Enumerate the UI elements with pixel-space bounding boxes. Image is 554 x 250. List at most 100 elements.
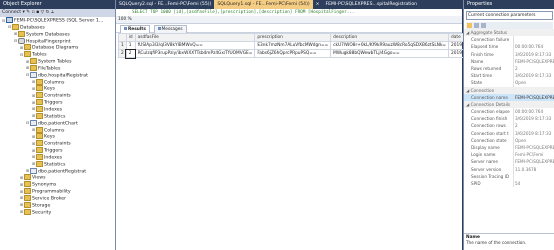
tree-node[interactable]: ⊞ Database Diagrams — [0, 44, 115, 51]
property-row[interactable]: Rows returned 2 — [464, 64, 554, 73]
property-value: 00:00:00.764 — [513, 108, 554, 116]
tree-node[interactable]: ⊞ Columns — [0, 126, 115, 134]
property-name: Connection start t — [471, 130, 509, 136]
property-row[interactable]: Connection state Open — [464, 136, 554, 144]
tree-node[interactable]: ⊞ Columns — [0, 78, 115, 86]
tree-node[interactable]: ⊞ Storage — [0, 201, 115, 209]
property-row[interactable]: Elapsed time 00:00:00.764 — [464, 43, 554, 51]
property-row[interactable]: Connection failure — [464, 36, 554, 44]
tree-node[interactable]: ⊞ dbo.patientRegistrat — [0, 167, 115, 175]
tree-node[interactable]: ⊞ Keys — [0, 133, 115, 140]
message-icon — [157, 27, 161, 30]
property-name: Connection name — [471, 94, 508, 100]
table-cell[interactable]: MWugk88bQWewbTLj/4Ggo== — [330, 49, 450, 58]
property-category-label: Aggregate Status — [470, 30, 508, 35]
object-explorer-tree[interactable]: ⊟ FEMI-PC\SQLEXPRESS (SQL Server 1... ⊟ Dat… — [0, 17, 115, 250]
property-grid[interactable]: ◢ Aggregate Status Connection failure Elap… — [464, 29, 554, 188]
table-row[interactable]: 1 1 fUSIAp3l3/qI3V8kYlBMWvQ== E3nk7mzNm7ALu… — [118, 41, 467, 50]
property-row[interactable]: Display name FEMI-PC\SQLEXPRES — [464, 144, 554, 152]
property-row[interactable]: Connection elapse 00:00:00.764 — [464, 108, 554, 116]
column-header[interactable]: id — [125, 33, 136, 42]
tree-node[interactable]: ⊟ Databases — [0, 23, 115, 31]
query-code-line[interactable]: SELECT TOP 1000 [id],[asdfasFile],[presc… — [116, 9, 462, 16]
property-row[interactable]: Name FEMI-PC\SQLEXPRES — [464, 57, 554, 65]
table-cell[interactable]: fUSIAp3l3/qI3V8kYlBMWvQ== — [134, 41, 256, 50]
property-pages-icon[interactable] — [481, 23, 486, 28]
table-cell[interactable]: 1 — [125, 41, 136, 50]
tree-node[interactable]: ⊟ dbo.hospitalRegistrat — [0, 71, 115, 79]
table-cell[interactable]: ckU7lWO8r+0kL/Kf9kR9auzW8cRo5qSDXB6ztSLN… — [330, 41, 450, 50]
tree-node-label: Statistics — [44, 114, 66, 120]
property-row[interactable]: State Open — [464, 79, 554, 87]
tree-node[interactable]: ⊞ Indexes — [0, 105, 115, 113]
tree-node[interactable]: ⊞ Views — [0, 174, 115, 181]
object-explorer-toolbar[interactable]: Connect ▾ ✎ ▫ ▪ ▽ ↻ ⟂ — [0, 9, 115, 17]
tree-node[interactable]: ⊞ Triggers — [0, 147, 115, 154]
property-value: 11.0.3678 — [513, 165, 554, 173]
tree-node[interactable]: ⊟ dbo.patientChart — [0, 119, 115, 127]
column-header[interactable] — [118, 33, 127, 42]
results-tab[interactable]: Results — [120, 25, 150, 33]
row-number[interactable]: 2 — [118, 49, 127, 58]
document-tab[interactable]: SQLQuery1.sql - FE...Femi-PC\Femi (54)) — [214, 0, 313, 9]
property-category[interactable]: ◢ Connection — [464, 86, 554, 94]
property-row[interactable]: Connection finish 3/6/2019 8:17:33 — [464, 115, 554, 123]
property-row[interactable]: Connection name FEMI-PC\SQLEXPRES — [464, 93, 554, 101]
tree-node[interactable]: ⊞ Statistics — [0, 160, 115, 168]
tree-node-label: dbo.hospitalRegistrat — [38, 73, 88, 79]
property-row[interactable]: Connection rows 2 — [464, 122, 554, 130]
table-cell[interactable]: Fabs6jZ6hQprcPRpuPSQ== — [254, 49, 332, 58]
document-tab[interactable]: SQLQuery2.sql - FE...Femi-PC\Femi (55)) — [116, 0, 214, 9]
property-row[interactable]: Session Tracing ID — [464, 172, 554, 180]
property-row[interactable]: Connection start t 3/6/2019 8:17:33 — [464, 129, 554, 137]
tree-node[interactable]: ⊟ FEMI-PC\SQLEXPRESS (SQL Server 1... — [0, 17, 115, 24]
property-row[interactable]: Finish time 3/6/2019 8:17:33 — [464, 50, 554, 58]
tree-node[interactable]: ⊞ Service Broker — [0, 194, 115, 202]
tree-node[interactable]: ⊞ Triggers — [0, 99, 115, 106]
categorized-icon[interactable] — [467, 23, 472, 28]
column-header[interactable]: asdfasFile — [134, 33, 256, 42]
property-category[interactable]: ◢ Connection Details — [464, 100, 554, 109]
tree-node-label: dbo.patientChart — [38, 121, 78, 127]
properties-object-dropdown[interactable]: Current connection parameters — [466, 11, 553, 20]
property-row[interactable]: SPID 54 — [464, 179, 554, 188]
table-cell[interactable]: E3nk7mzNm7ALuVfbcMWdgn== — [254, 41, 332, 50]
property-category[interactable]: ◢ Aggregate Status — [464, 29, 554, 37]
tree-node[interactable]: ⊞ Indexes — [0, 153, 115, 161]
alphabetical-icon[interactable] — [474, 23, 479, 28]
property-row[interactable]: Start time 3/6/2019 8:17:33 — [464, 72, 554, 80]
tree-node[interactable]: ⊟ HospitalFingerprint — [0, 37, 115, 45]
folder-icon — [24, 181, 31, 188]
tree-node[interactable]: ⊞ FileTables — [0, 64, 115, 72]
folder-icon — [24, 201, 31, 208]
messages-tab[interactable]: Messages — [153, 25, 187, 33]
table-row[interactable]: 2 2 RCulzqfiP3rupPziy/ibxWXXTTsb4mPz4Gx/Tf… — [118, 48, 467, 59]
column-header[interactable]: prescription — [254, 33, 332, 42]
table-cell[interactable]: RCulzqfiP3rupPziy/ibxWXXTTsb4mPz4Gx/TfUO… — [134, 49, 256, 58]
tree-node[interactable]: ⊞ System Databases — [0, 30, 115, 38]
column-header[interactable]: description — [330, 33, 450, 42]
tree-node[interactable]: ⊞ Synonyms — [0, 181, 115, 188]
grid-icon — [124, 27, 127, 30]
document-tab[interactable]: FEMI-PC\SQLEXPRES...spitalRegistration — [323, 0, 421, 9]
zoom-level[interactable]: 100 % — [118, 17, 132, 22]
tree-node[interactable]: ⊞ Security — [0, 208, 115, 216]
property-row[interactable]: Server name FEMI-PC\SQLEXPRES — [464, 158, 554, 166]
property-row[interactable]: Server version 11.0.3678 — [464, 165, 554, 173]
query-editor[interactable]: SELECT TOP 1000 [id],[asdfasFile],[presc… — [116, 9, 467, 250]
table-cell[interactable]: 2 — [125, 48, 137, 59]
tree-node[interactable]: ⊟ Tables — [0, 51, 115, 58]
tree-node[interactable]: ⊞ Statistics — [0, 112, 115, 120]
tree-node[interactable]: ⊞ System Tables — [0, 58, 115, 65]
property-row[interactable]: Login name Femi-PC\Femi — [464, 151, 554, 159]
tree-node[interactable]: ⊞ Keys — [0, 85, 115, 92]
row-number[interactable]: 1 — [118, 41, 127, 50]
tree-node[interactable]: ⊞ Constraints — [0, 92, 115, 99]
results-grid[interactable]: id asdfasFile prescription description date … — [118, 33, 467, 59]
result-tabs: Results Messages — [116, 24, 462, 33]
property-name: Name — [471, 58, 484, 64]
close-tab-icon[interactable]: × — [313, 0, 323, 9]
tree-node[interactable]: ⊞ Programmability — [0, 188, 115, 195]
folder-icon — [36, 78, 43, 85]
tree-node[interactable]: ⊞ Constraints — [0, 140, 115, 147]
